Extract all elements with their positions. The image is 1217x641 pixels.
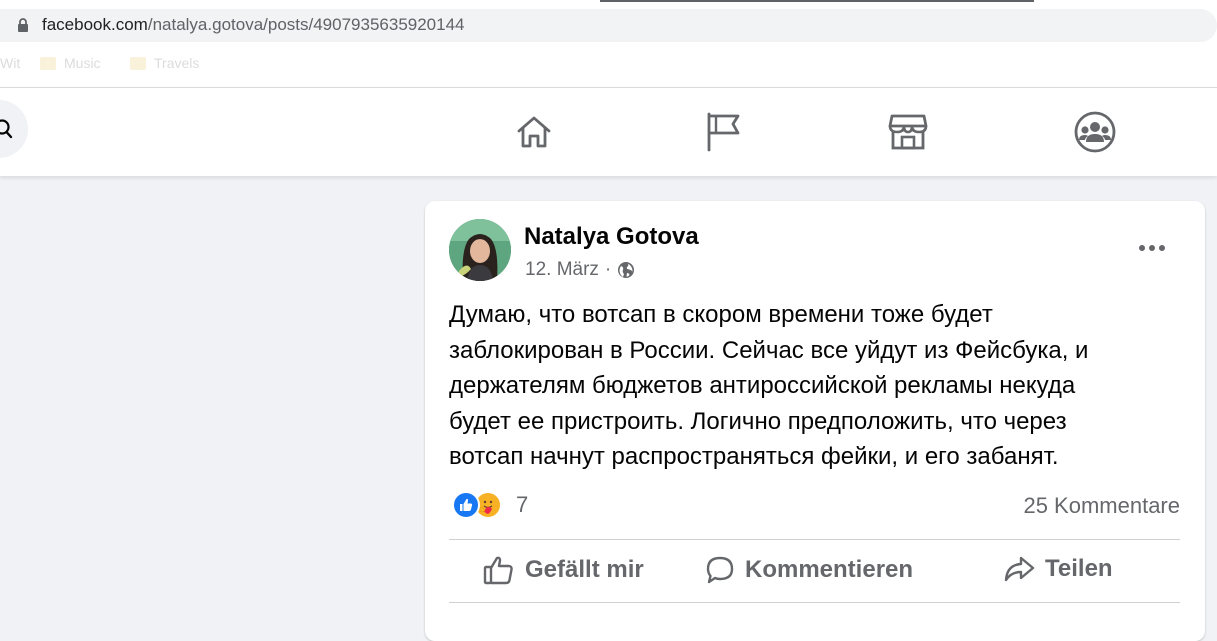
- post-text-line: держателям бюджетов антироссийской рекла…: [449, 372, 1076, 399]
- bookmarks-bar: Wit Music Travels: [0, 50, 1217, 80]
- comment-bubble-icon: [706, 556, 734, 584]
- share-button-label: Teilen: [1045, 555, 1113, 582]
- bookmark-folder[interactable]: Travels: [130, 55, 199, 71]
- meta-separator: ·: [604, 259, 612, 280]
- more-horizontal-icon: [1139, 245, 1165, 251]
- divider: [449, 602, 1180, 603]
- folder-icon: [130, 56, 146, 70]
- search-icon: [0, 119, 13, 139]
- post-text-line: Думаю, что вотсап в скором времени тоже …: [449, 301, 993, 328]
- globe-icon[interactable]: [617, 261, 635, 279]
- avatar[interactable]: [449, 219, 511, 281]
- facebook-header: [0, 88, 1217, 176]
- share-button[interactable]: Teilen: [1003, 555, 1113, 583]
- profile-photo: [449, 219, 511, 281]
- author-name[interactable]: Natalya Gotova: [524, 223, 699, 251]
- post-text-line: вотсап начнут распространяться фейки, и …: [449, 443, 1059, 470]
- post-date[interactable]: 12. März: [525, 259, 599, 281]
- comment-button[interactable]: Kommentieren: [705, 555, 913, 585]
- nav-pages[interactable]: [700, 110, 744, 154]
- url-text[interactable]: facebook.com/natalya.gotova/posts/490793…: [42, 15, 465, 35]
- thumbs-up-icon: [483, 556, 513, 585]
- share-arrow-icon: [1004, 556, 1035, 582]
- groups-icon: [1074, 111, 1116, 153]
- post-card: Natalya Gotova 12. März · Думаю, что вот…: [425, 201, 1205, 641]
- post-text-line: заблокирован в России. Сейчас все уйдут …: [449, 336, 1089, 364]
- home-icon: [517, 116, 551, 148]
- like-button[interactable]: Gefällt mir: [483, 555, 644, 585]
- nav-home[interactable]: [512, 110, 556, 154]
- comment-button-label: Kommentieren: [745, 556, 914, 583]
- post-options-button[interactable]: [1135, 231, 1169, 265]
- browser-chrome: facebook.com/natalya.gotova/posts/490793…: [0, 0, 1217, 88]
- nav-groups[interactable]: [1073, 110, 1117, 154]
- lock-icon[interactable]: [16, 17, 30, 33]
- bookmark-item[interactable]: Wit: [0, 55, 20, 71]
- url-domain: facebook.com: [42, 15, 148, 34]
- divider: [449, 539, 1180, 540]
- pages-flag-icon: [707, 112, 740, 152]
- like-button-label: Gefällt mir: [525, 556, 644, 583]
- like-reaction-icon: [452, 491, 480, 519]
- tab-strip-edge: [600, 0, 1034, 2]
- post-text-line: будет ее пристроить. Логично предположит…: [449, 407, 1067, 435]
- reaction-count: 7: [516, 492, 529, 517]
- bookmark-folder[interactable]: Music: [40, 55, 101, 71]
- nav-marketplace[interactable]: [886, 110, 930, 154]
- comments-count-link[interactable]: 25 Kommentare: [1023, 493, 1180, 519]
- folder-icon: [40, 56, 56, 70]
- url-path: /natalya.gotova/posts/4907935635920144: [147, 15, 465, 34]
- post-body: Думаю, что вотсап в скором времени тоже …: [449, 297, 1169, 475]
- search-button[interactable]: [0, 100, 28, 158]
- reactions-summary[interactable]: 7: [452, 491, 528, 519]
- marketplace-icon: [888, 114, 928, 150]
- address-bar[interactable]: facebook.com/natalya.gotova/posts/490793…: [0, 9, 1217, 42]
- post-meta: 12. März ·: [525, 259, 635, 281]
